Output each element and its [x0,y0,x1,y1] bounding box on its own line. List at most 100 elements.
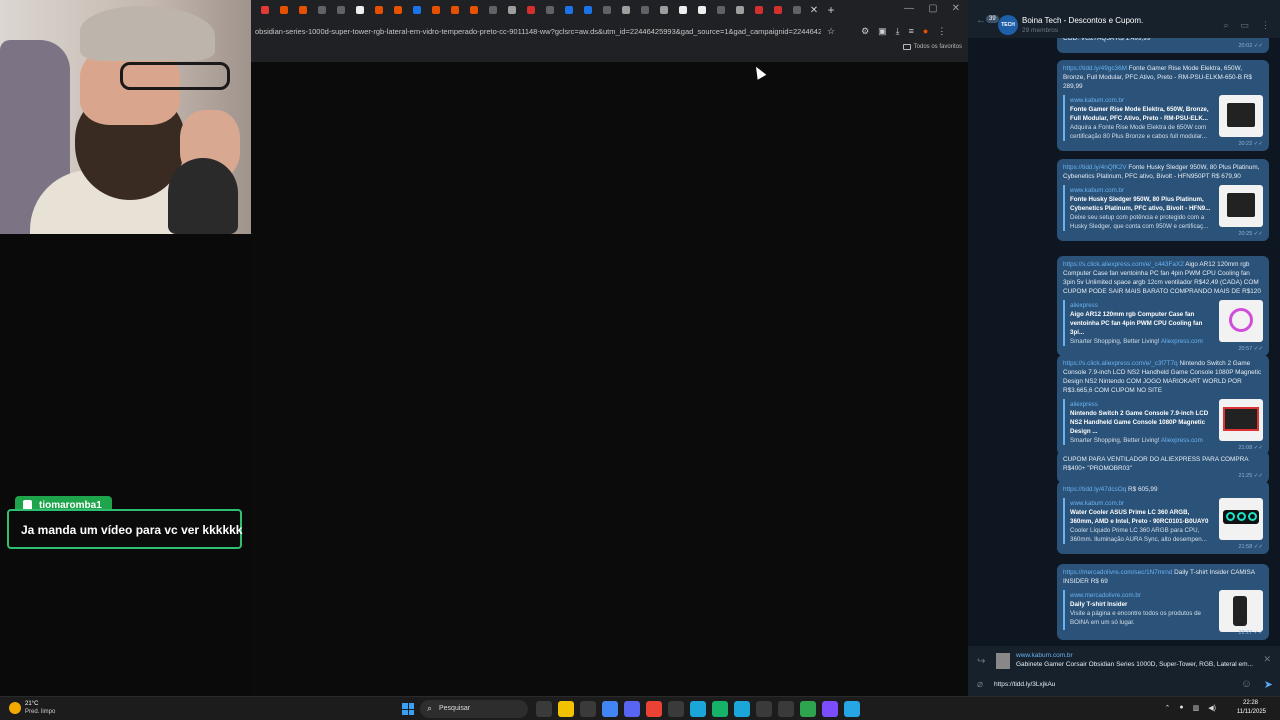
browser-tab[interactable] [635,0,654,20]
browser-tab[interactable] [407,0,426,20]
browser-tab[interactable] [578,0,597,20]
taskbar-app-icon[interactable] [778,701,794,717]
message-bubble[interactable]: https://tidd.ly/49gc36M Fonte Gamer Rise… [1057,60,1269,151]
browser-tab[interactable] [673,0,692,20]
message-link[interactable]: https://tidd.ly/4nQfK2V [1063,164,1127,171]
taskbar-app-icon[interactable] [844,701,860,717]
browser-tab[interactable] [369,0,388,20]
browser-tab[interactable] [388,0,407,20]
taskbar-app-icon[interactable] [558,701,574,717]
browser-tab[interactable] [255,0,274,20]
volume-icon[interactable]: ◀) [1208,704,1216,712]
download-icon[interactable]: ⤓ [896,26,900,37]
link-preview[interactable]: www.kabum.com.br Fonte Husky Sledger 950W… [1063,185,1263,231]
taskbar-app-icon[interactable] [646,701,662,717]
taskbar-app-icon[interactable] [756,701,772,717]
emoji-icon[interactable]: ☺ [1241,678,1252,690]
taskbar-app-icon[interactable] [822,701,838,717]
more-icon[interactable]: ⋮ [1261,20,1270,31]
browser-tab[interactable] [502,0,521,20]
message-link[interactable]: https://s.click.aliexpress.com/e/_c443Fa… [1063,261,1184,268]
message-bubble[interactable]: https://mercadolivre.com/sec/1N7mrnd Dai… [1057,564,1269,640]
send-icon[interactable]: ➤ [1264,678,1273,691]
message-link[interactable]: https://tidd.ly/49gc36M [1063,65,1127,72]
message-bubble[interactable]: https://s.click.aliexpress.com/e/_c443Fa… [1057,256,1269,356]
taskbar-app-icon[interactable] [668,701,684,717]
close-preview-icon[interactable]: ✕ [1263,654,1271,665]
message-input[interactable]: https://tidd.ly/3LxjkAu [994,681,1055,688]
network-icon[interactable]: ▥ [1193,704,1200,712]
link-preview[interactable]: www.kabum.com.br Water Cooler ASUS Prime … [1063,498,1263,544]
browser-tab[interactable] [711,0,730,20]
taskbar-app-icon[interactable] [536,701,552,717]
browser-tab[interactable] [787,0,806,20]
browser-tab[interactable] [730,0,749,20]
taskbar-app-icon[interactable] [690,701,706,717]
attach-icon[interactable]: ⌀ [977,679,983,690]
channel-avatar[interactable]: TECH [998,15,1018,35]
browser-tab[interactable] [692,0,711,20]
browser-tab[interactable] [426,0,445,20]
browser-tab[interactable] [464,0,483,20]
weather-description[interactable]: Pred. limpo [25,709,55,715]
message-bubble[interactable]: https://s.click.aliexpress.com/e/_c3f7T7… [1057,355,1269,455]
tray-app-icon[interactable]: ● [1179,704,1183,712]
menu-icon[interactable]: ⋮ [937,26,946,37]
taskbar-search[interactable]: ⌕ Pesquisar [420,700,528,718]
taskbar-app-icon[interactable] [734,701,750,717]
taskbar-app-icon[interactable] [624,701,640,717]
link-preview[interactable]: aliexpress Nintendo Switch 2 Game Console… [1063,399,1263,445]
browser-tab[interactable] [768,0,787,20]
browser-tab[interactable] [559,0,578,20]
channel-title[interactable]: Boina Tech - Descontos e Cupom. [1022,16,1143,25]
back-arrow-icon[interactable]: ← [976,15,986,26]
message-link[interactable]: https://mercadolivre.com/sec/1N7mrnd [1063,569,1172,576]
browser-tab[interactable] [331,0,350,20]
browser-tab[interactable] [597,0,616,20]
preview-description-link[interactable]: Aliexpress.com [1161,338,1203,345]
comments-icon[interactable]: ▭ [1240,20,1249,31]
browser-tab[interactable] [483,0,502,20]
message-link[interactable]: https://s.click.aliexpress.com/e/_c3f7T7… [1063,360,1178,367]
clock-date[interactable]: 11/11/2025 [1237,709,1266,715]
minimize-icon[interactable]: — [904,3,914,14]
message-bubble[interactable]: https://tidd.ly/47dcsOq R$ 605,99 www.kab… [1057,481,1269,554]
reading-list-icon[interactable]: ≡ [909,26,914,36]
message-bubble[interactable]: COD: VG27AQ5A R$ 1.499,99 20:02 ✓✓ [1057,38,1269,53]
profile-icon[interactable]: ● [923,26,928,36]
browser-tab[interactable] [350,0,369,20]
message-link[interactable]: https://tidd.ly/47dcsOq [1063,486,1126,493]
weather-temperature[interactable]: 21°C [25,701,38,707]
link-preview[interactable]: aliexpress Aigo AR12 120mm rgb Computer C… [1063,300,1263,346]
weather-icon[interactable] [9,702,21,714]
taskbar-app-icon[interactable] [712,701,728,717]
taskbar-app-icon[interactable] [580,701,596,717]
message-bubble[interactable]: https://tidd.ly/4nQfK2V Fonte Husky Sled… [1057,159,1269,241]
search-icon[interactable]: ⌕ [1223,20,1228,31]
browser-tab[interactable] [654,0,673,20]
browser-tab[interactable] [274,0,293,20]
clock-time[interactable]: 22:28 [1243,700,1258,706]
browser-tab[interactable] [749,0,768,20]
windows-start-icon[interactable] [402,703,414,715]
browser-tab[interactable] [293,0,312,20]
all-bookmarks-button[interactable]: Todos os favoritos [902,44,962,50]
close-window-icon[interactable]: ✕ [952,3,960,14]
message-bubble[interactable]: CUPOM PARA VENTILADOR DO ALIEXPRESS PARA… [1057,451,1269,483]
url-input[interactable]: obsidian-series-1000d-super-tower-rgb-la… [251,27,821,36]
link-preview[interactable]: www.mercadolivre.com.br Daily T-shirt Ins… [1063,590,1263,632]
browser-tab[interactable] [312,0,331,20]
taskbar-app-icon[interactable] [800,701,816,717]
close-tab-icon[interactable]: ✕ [806,5,822,16]
preview-description-link[interactable]: Aliexpress.com [1161,437,1203,444]
browser-tab[interactable] [445,0,464,20]
tray-chevron-icon[interactable]: ⌃ [1165,704,1171,712]
new-tab-button[interactable]: + [822,3,840,17]
taskbar-app-icon[interactable] [602,701,618,717]
extension-icon[interactable]: ⚙ [861,26,869,37]
puzzle-icon[interactable]: ▣ [878,26,887,37]
browser-tab[interactable] [616,0,635,20]
link-preview[interactable]: www.kabum.com.br Fonte Gamer Rise Mode El… [1063,95,1263,141]
maximize-icon[interactable]: ▢ [928,3,937,14]
bookmark-star-icon[interactable]: ☆ [827,26,835,37]
